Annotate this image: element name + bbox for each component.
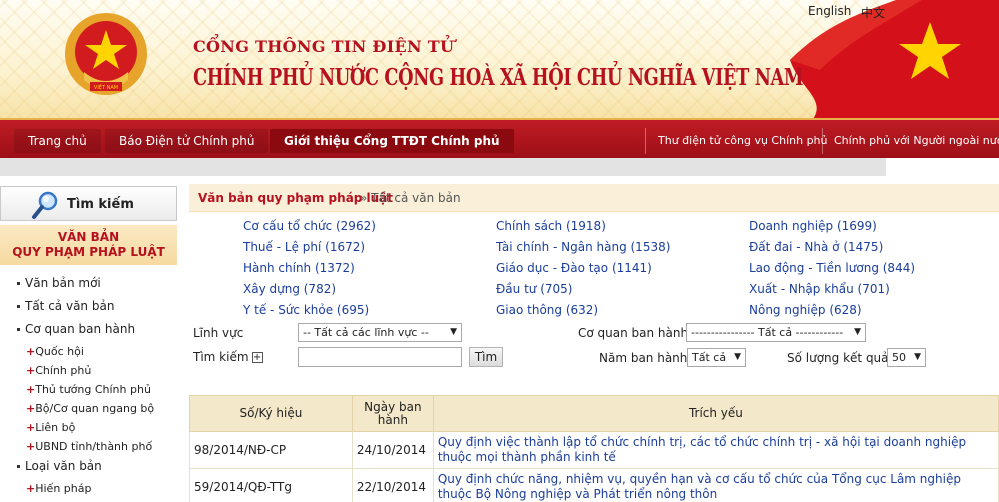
sidebar-search-button[interactable]: Tìm kiếm [0, 186, 177, 221]
category-link[interactable]: Hành chính (1372) [243, 261, 355, 275]
category-link[interactable]: Đất đai - Nhà ở (1475) [749, 240, 883, 254]
nav-divider [645, 128, 646, 154]
sidebar-item-label: Cơ quan ban hành [25, 322, 136, 336]
field-label-search: Tìm kiếm + [193, 350, 263, 364]
dropdown-arrow-icon: ▼ [450, 327, 457, 337]
sidebar-item-label: Văn bản mới [25, 276, 101, 290]
sidebar-subitem-constitution[interactable]: +Hiến pháp [26, 482, 91, 495]
table-row: 98/2014/NĐ-CP 24/10/2014 Quy định việc t… [189, 431, 999, 469]
sidebar-item-document-type[interactable]: Loại văn bản [17, 459, 102, 473]
cell-summary-link[interactable]: Quy định việc thành lập tổ chức chính tr… [432, 431, 999, 469]
sidebar-item-all-documents[interactable]: Tất cả văn bản [17, 299, 114, 313]
breadcrumb-current: » Tất cả văn bản [360, 191, 461, 205]
portal-title: CỔNG THÔNG TIN ĐIỆN TỬ [193, 37, 455, 56]
table-row: 59/2014/QĐ-TTg 22/10/2014 Quy định chức … [189, 468, 999, 502]
breadcrumb: Văn bản quy phạm pháp luật » Tất cả văn … [189, 184, 999, 212]
category-link[interactable]: Cơ cấu tổ chức (2962) [243, 219, 376, 233]
field-label-year: Năm ban hành [599, 351, 688, 365]
nav-link-foreigners[interactable]: Chính phủ với Người ngoài nước [834, 129, 999, 153]
dropdown-arrow-icon: ▼ [914, 352, 921, 362]
government-title: CHÍNH PHỦ NƯỚC CỘNG HOÀ XÃ HỘI CHỦ NGHĨA… [193, 64, 804, 91]
year-select[interactable]: Tất cả ▼ [687, 348, 746, 367]
table-header-row: Số/Ký hiệu Ngày ban hành Trích yếu [189, 395, 999, 432]
sidebar-subitem-joint-ministries[interactable]: +Liên bộ [26, 421, 75, 434]
field-label-domain: Lĩnh vực [193, 326, 244, 340]
sidebar-subitem-ministries[interactable]: +Bộ/Cơ quan ngang bộ [26, 402, 154, 415]
field-label-result-count: Số lượng kết quả [787, 351, 889, 365]
main-navbar: Trang chủ Báo Điện tử Chính phủ Giới thi… [0, 118, 999, 158]
sidebar-subitem-national-assembly[interactable]: +Quốc hội [26, 345, 84, 358]
column-header-date[interactable]: Ngày ban hành [351, 395, 434, 432]
sidebar-section-title: VĂN BẢN QUY PHẠM PHÁP LUẬT [0, 225, 177, 265]
svg-text:VIỆT NAM: VIỆT NAM [94, 83, 118, 91]
language-english-link[interactable]: English [808, 4, 851, 18]
sidebar-subitem-provincial-committees[interactable]: +UBND tỉnh/thành phố [26, 440, 152, 453]
dropdown-arrow-icon: ▼ [854, 327, 861, 337]
bullet-icon [17, 465, 20, 468]
category-link[interactable]: Lao động - Tiền lương (844) [749, 261, 915, 275]
sidebar-subitem-prime-minister[interactable]: +Thủ tướng Chính phủ [26, 383, 151, 396]
sidebar-item-new-documents[interactable]: Văn bản mới [17, 276, 101, 290]
magnifier-icon [31, 190, 61, 223]
sidebar-subitem-government[interactable]: +Chính phủ [26, 364, 91, 377]
plus-icon: + [26, 421, 36, 434]
advanced-search-toggle-icon[interactable]: + [251, 352, 263, 363]
nav-tab-e-newspaper[interactable]: Báo Điện tử Chính phủ [105, 129, 269, 153]
subnav-strip [0, 158, 886, 176]
sidebar-search-label: Tìm kiếm [67, 197, 134, 212]
cell-number: 98/2014/NĐ-CP [189, 431, 353, 469]
category-link[interactable]: Chính sách (1918) [496, 219, 606, 233]
bullet-icon [17, 328, 20, 331]
bullet-icon [17, 305, 20, 308]
column-header-summary[interactable]: Trích yếu [432, 395, 999, 432]
category-link[interactable]: Y tế - Sức khỏe (695) [243, 303, 369, 317]
nav-tab-portal-intro[interactable]: Giới thiệu Cổng TTĐT Chính phủ [270, 129, 514, 153]
national-emblem: VIỆT NAM [62, 10, 150, 102]
dropdown-arrow-icon: ▼ [734, 352, 741, 362]
category-link[interactable]: Thuế - Lệ phí (1672) [243, 240, 365, 254]
sidebar-section-title-line2: QUY PHẠM PHÁP LUẬT [12, 245, 165, 259]
category-link[interactable]: Đầu tư (705) [496, 282, 572, 296]
bullet-icon [17, 282, 20, 285]
category-link[interactable]: Giao thông (632) [496, 303, 598, 317]
sidebar-item-label: Loại văn bản [25, 459, 102, 473]
plus-icon: + [26, 482, 36, 495]
search-button[interactable]: Tìm [469, 347, 503, 367]
cell-date: 24/10/2014 [351, 431, 434, 469]
category-link[interactable]: Giáo dục - Đào tạo (1141) [496, 261, 652, 275]
cell-summary-link[interactable]: Quy định chức năng, nhiệm vụ, quyền hạn … [432, 468, 999, 502]
agency-select[interactable]: ---------------- Tất cả ------------ ▼ [686, 323, 866, 342]
domain-select[interactable]: -- Tất cả các lĩnh vực -- ▼ [298, 323, 462, 342]
cell-date: 22/10/2014 [351, 468, 434, 502]
nav-divider [822, 128, 823, 154]
sidebar-item-label: Tất cả văn bản [25, 299, 115, 313]
sidebar-item-issuing-agency[interactable]: Cơ quan ban hành [17, 322, 135, 336]
plus-icon: + [26, 383, 36, 396]
plus-icon: + [26, 345, 36, 358]
keyword-search-input[interactable] [298, 347, 462, 367]
plus-icon: + [26, 402, 36, 415]
cell-number: 59/2014/QĐ-TTg [189, 468, 353, 502]
result-count-select[interactable]: 50 ▼ [887, 348, 926, 367]
header-banner: VIỆT NAM CỔNG THÔNG TIN ĐIỆN TỬ CHÍNH PH… [0, 0, 999, 118]
category-link[interactable]: Tài chính - Ngân hàng (1538) [496, 240, 670, 254]
plus-icon: + [26, 364, 36, 377]
category-link[interactable]: Nông nghiệp (628) [749, 303, 862, 317]
language-chinese-link[interactable]: 中文 [861, 4, 885, 21]
category-link[interactable]: Xuất - Nhập khẩu (701) [749, 282, 890, 296]
category-link[interactable]: Doanh nghiệp (1699) [749, 219, 877, 233]
column-header-number[interactable]: Số/Ký hiệu [189, 395, 353, 432]
documents-table: Số/Ký hiệu Ngày ban hành Trích yếu 98/20… [189, 395, 999, 502]
nav-tab-home[interactable]: Trang chủ [14, 129, 101, 153]
plus-icon: + [26, 440, 36, 453]
nav-link-gov-email[interactable]: Thư điện tử công vụ Chính phủ [658, 129, 828, 153]
category-link[interactable]: Xây dựng (782) [243, 282, 336, 296]
sidebar-section-title-line1: VĂN BẢN [57, 230, 120, 244]
field-label-agency: Cơ quan ban hành [578, 326, 689, 340]
